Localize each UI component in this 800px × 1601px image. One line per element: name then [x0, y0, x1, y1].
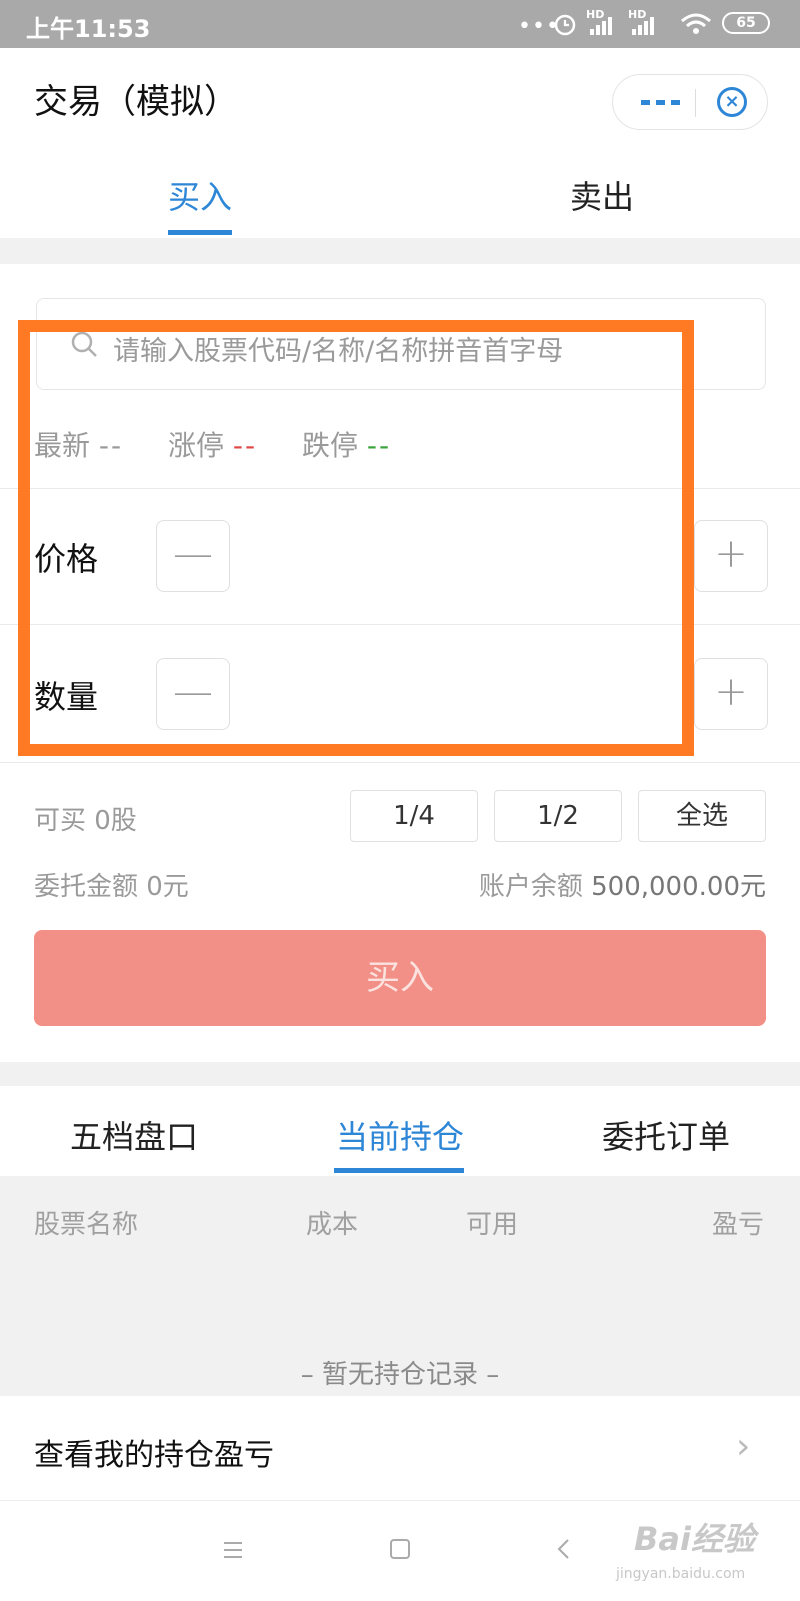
column-header-cost: 成本: [306, 1210, 359, 1240]
capsule-divider: [695, 89, 696, 117]
mini-program-capsule: ×: [612, 74, 768, 130]
menu-icon[interactable]: [222, 1539, 244, 1561]
watermark-main: Bai经验: [634, 1520, 755, 1558]
tab-active-indicator: [168, 230, 232, 235]
column-header-available: 可用: [466, 1210, 519, 1240]
price-increase-button[interactable]: +: [694, 520, 768, 592]
signal-icon-2: [632, 17, 654, 35]
view-profit-loss-link[interactable]: 查看我的持仓盈亏: [34, 1430, 274, 1474]
select-all-button[interactable]: 全选: [638, 790, 766, 842]
status-bar: 上午11:53 ••• HD HD 65: [0, 0, 800, 48]
view-profit-loss-row[interactable]: 查看我的持仓盈亏 ›: [0, 1396, 800, 1500]
tab-buy[interactable]: 买入: [168, 172, 232, 218]
column-header-stock-name: 股票名称: [34, 1210, 139, 1240]
tab-sell[interactable]: 卖出: [570, 172, 634, 218]
balance-value: 500,000.00元: [591, 872, 766, 902]
buy-button[interactable]: 买入: [34, 930, 766, 1026]
home-icon[interactable]: [388, 1537, 412, 1561]
tab-active-indicator: [334, 1168, 464, 1173]
tab-entrust-orders[interactable]: 委托订单: [602, 1112, 730, 1158]
wifi-icon: [681, 13, 711, 34]
quarter-button[interactable]: 1/4: [350, 790, 478, 842]
close-target-icon[interactable]: ×: [717, 87, 747, 117]
signal-icon: [590, 17, 612, 35]
account-balance: 账户余额 500,000.00元: [479, 866, 766, 903]
watermark-sub: jingyan.baidu.com: [616, 1566, 746, 1582]
can-buy-text: 可买 0股: [34, 806, 137, 836]
status-time: 上午11:53: [26, 15, 151, 43]
tab-current-holdings[interactable]: 当前持仓: [336, 1112, 464, 1158]
balance-label: 账户余额: [478, 872, 583, 902]
empty-holdings-text: – 暂无持仓记录 –: [300, 1360, 500, 1390]
section-separator: [0, 238, 800, 264]
more-dots-icon[interactable]: [641, 97, 681, 107]
chevron-right-icon: ›: [736, 1426, 751, 1467]
tab-order-book[interactable]: 五档盘口: [70, 1112, 198, 1158]
column-header-profit-loss: 盈亏: [712, 1210, 765, 1240]
back-icon[interactable]: [554, 1537, 574, 1561]
page-title: 交易（模拟）: [34, 82, 238, 122]
baidu-jingyan-watermark: Bai经验 jingyan.baidu.com: [612, 1508, 782, 1594]
entrust-amount: 委托金额 0元: [34, 872, 189, 902]
alarm-icon: [554, 14, 576, 36]
divider: [0, 762, 800, 763]
section-separator: [0, 1062, 800, 1086]
highlight-box: [18, 320, 694, 756]
quantity-increase-button[interactable]: +: [694, 658, 768, 730]
battery-indicator: 65: [722, 12, 770, 34]
half-button[interactable]: 1/2: [494, 790, 622, 842]
